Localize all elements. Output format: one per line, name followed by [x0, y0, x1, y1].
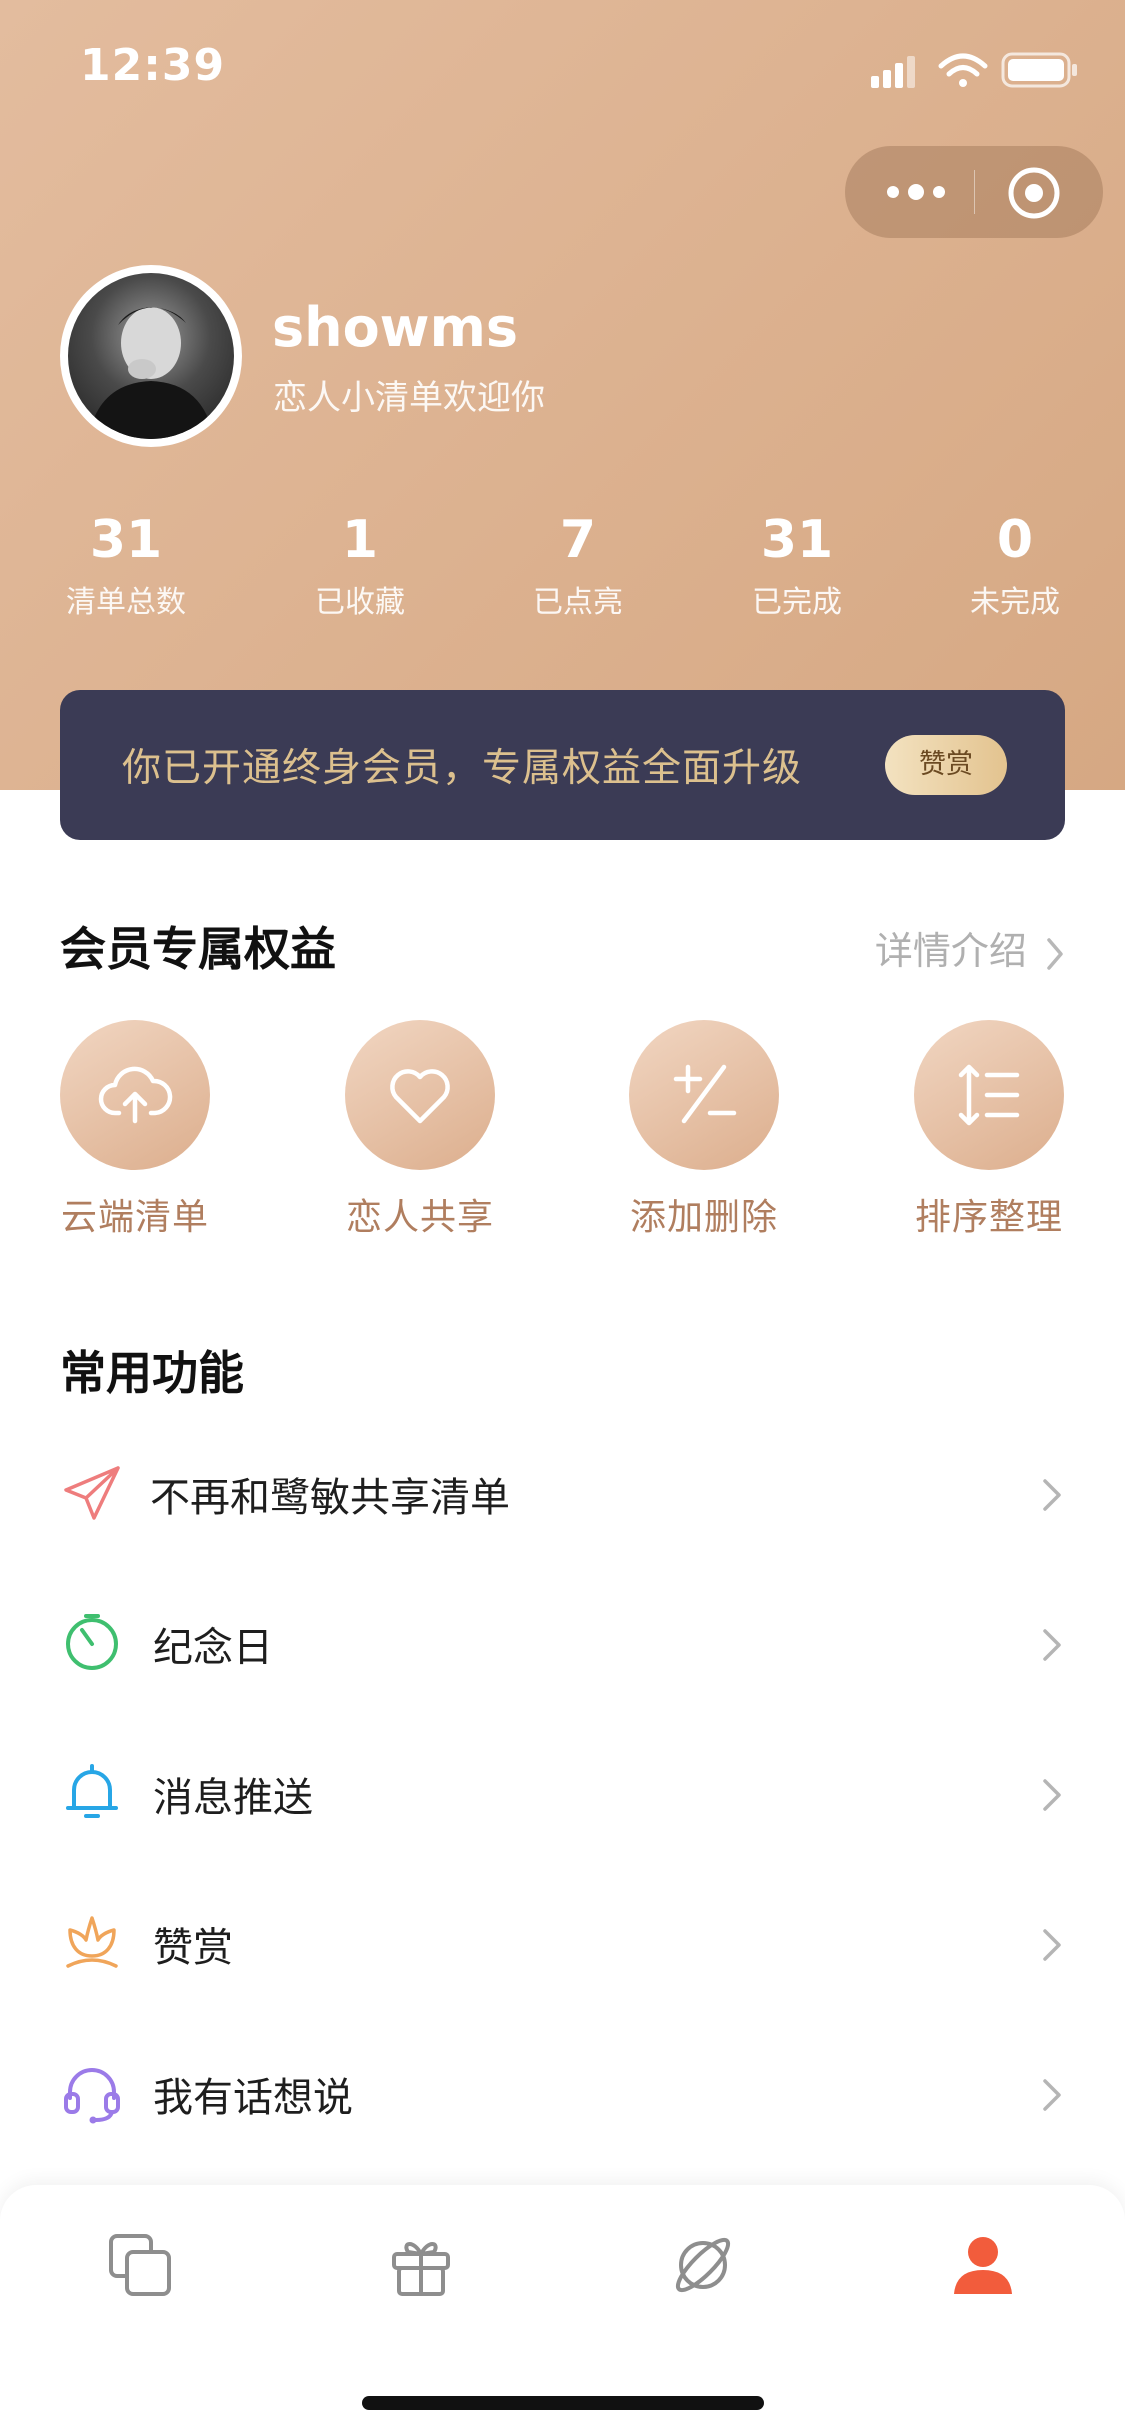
welcome-text: 恋人小清单欢迎你 [273, 378, 545, 418]
avatar-image [68, 273, 234, 439]
home-indicator [362, 2396, 764, 2410]
signal-icon [871, 56, 915, 88]
menu-item-label: 不再和鹭敏共享清单 [150, 1475, 510, 1521]
stat-value: 7 [559, 510, 597, 570]
menu-item-label: 纪念日 [153, 1625, 273, 1671]
perk-label: 排序整理 [914, 1197, 1063, 1238]
menu-item-feedback[interactable]: 我有话想说 [0, 2015, 1125, 2165]
status-icons [871, 52, 1077, 88]
menu-item-label: 消息推送 [153, 1775, 313, 1821]
stat-incomplete[interactable]: 0 未完成 [915, 505, 1115, 621]
close-target-icon[interactable] [1007, 166, 1061, 220]
plus-minus-icon [673, 1064, 737, 1124]
perks-section-title: 会员专属权益 [60, 922, 336, 976]
stat-total[interactable]: 31 清单总数 [26, 505, 226, 621]
timer-icon [66, 1614, 118, 1670]
perk-sort[interactable]: 排序整理 [889, 1020, 1089, 1240]
avatar[interactable] [60, 265, 242, 447]
heart-icon [390, 1069, 450, 1124]
cards-icon[interactable] [105, 2230, 175, 2300]
stat-label: 未完成 [970, 585, 1060, 620]
common-section-title: 常用功能 [60, 1346, 244, 1400]
stat-favorited[interactable]: 1 已收藏 [260, 505, 460, 621]
stat-label: 清单总数 [66, 585, 186, 620]
perk-label: 添加删除 [629, 1197, 778, 1238]
stats-row: 31 清单总数 1 已收藏 7 已点亮 31 已完成 0 未完成 [0, 505, 1125, 635]
perk-label: 恋人共享 [345, 1197, 494, 1238]
perk-cloud-list[interactable]: 云端清单 [35, 1020, 235, 1240]
stat-value: 1 [341, 510, 379, 570]
avatar-portrait [88, 307, 214, 439]
capsule-divider [974, 170, 975, 214]
wifi-icon [938, 53, 988, 87]
chevron-right-icon [1043, 2079, 1061, 2111]
perk-couple-share[interactable]: 恋人共享 [320, 1020, 520, 1240]
miniprogram-capsule [845, 146, 1103, 238]
vip-banner-text: 你已开通终身会员，专属权益全面升级 [122, 746, 803, 791]
perk-icon-circle [60, 1020, 210, 1170]
headset-icon [64, 2068, 120, 2124]
chevron-right-icon [1043, 1629, 1061, 1661]
status-time: 12:39 [80, 40, 226, 91]
more-icon[interactable] [881, 172, 951, 212]
chevron-right-icon [1047, 937, 1063, 970]
stat-value: 31 [89, 510, 163, 570]
stat-label: 已收藏 [315, 585, 405, 620]
stat-label: 已点亮 [533, 585, 623, 620]
reward-badge-button[interactable]: 赞赏 [885, 735, 1007, 795]
vip-banner[interactable]: 你已开通终身会员，专属权益全面升级 赞赏 [60, 690, 1065, 840]
status-bar: 12:39 [0, 0, 1125, 140]
menu-item-anniversary[interactable]: 纪念日 [0, 1565, 1125, 1715]
stat-label: 已完成 [752, 585, 842, 620]
cloud-upload-icon [98, 1066, 173, 1124]
bell-icon [66, 1764, 118, 1818]
battery-icon [1001, 52, 1077, 88]
menu-item-label: 赞赏 [153, 1925, 233, 1971]
profile-icon[interactable] [948, 2230, 1018, 2300]
perk-add-delete[interactable]: 添加删除 [604, 1020, 804, 1240]
paper-plane-icon [64, 1466, 120, 1520]
username: showms [272, 296, 518, 359]
chevron-right-icon [1043, 1929, 1061, 1961]
menu-item-notifications[interactable]: 消息推送 [0, 1715, 1125, 1865]
sort-list-icon [958, 1064, 1020, 1126]
lotus-icon [66, 1916, 118, 1968]
stat-value: 0 [996, 510, 1034, 570]
details-link[interactable]: 详情介绍 [875, 920, 1065, 975]
perk-icon-circle [345, 1020, 495, 1170]
menu-item-reward[interactable]: 赞赏 [0, 1865, 1125, 2015]
chevron-right-icon [1043, 1479, 1061, 1511]
planet-icon[interactable] [668, 2230, 738, 2300]
perk-icon-circle [629, 1020, 779, 1170]
perk-icon-circle [914, 1020, 1064, 1170]
chevron-right-icon [1043, 1779, 1061, 1811]
stat-lit[interactable]: 7 已点亮 [478, 505, 678, 621]
details-link-label: 详情介绍 [874, 929, 1027, 973]
gift-icon[interactable] [386, 2230, 456, 2300]
menu-item-stop-sharing[interactable]: 不再和鹭敏共享清单 [0, 1415, 1125, 1565]
stat-value: 31 [760, 510, 834, 570]
perk-label: 云端清单 [60, 1197, 209, 1238]
menu-item-label: 我有话想说 [153, 2075, 353, 2121]
stat-completed[interactable]: 31 已完成 [697, 505, 897, 621]
